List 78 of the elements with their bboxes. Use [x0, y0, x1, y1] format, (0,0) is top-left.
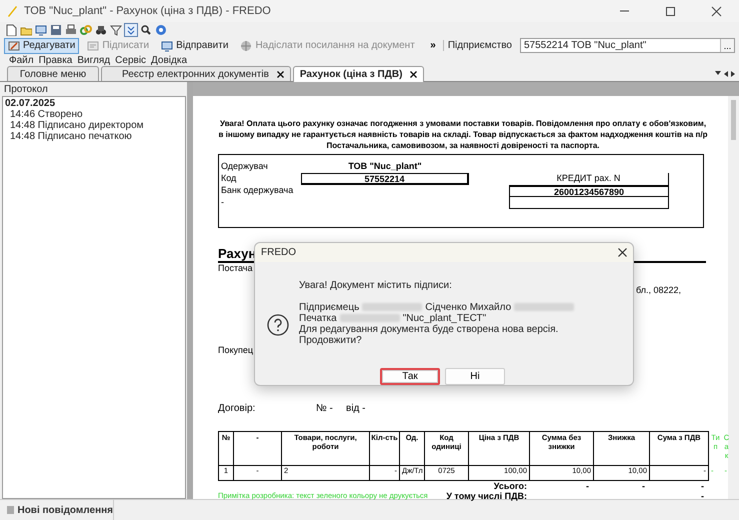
left-arrow-icon[interactable]: [724, 70, 728, 76]
panel-title: Протокол: [3, 82, 49, 96]
status-text: Нові повідомлення: [17, 504, 113, 516]
address-text: бл., 08222,: [636, 285, 682, 295]
close-icon[interactable]: [410, 71, 418, 78]
tab[interactable]: Головне меню: [7, 66, 99, 81]
binoculars-icon[interactable]: [95, 24, 107, 36]
total-value: -: [700, 481, 705, 491]
scrollbar[interactable]: [728, 96, 739, 499]
field-value: 57552214: [301, 173, 469, 185]
right-arrow-icon[interactable]: [731, 70, 735, 76]
maximize-icon[interactable]: [664, 6, 676, 16]
field-label: Постача: [218, 263, 252, 273]
chevron-down-icon[interactable]: [125, 24, 137, 36]
menu-item[interactable]: Вигляд: [77, 54, 110, 66]
close-icon[interactable]: [710, 6, 722, 16]
protocol-entry[interactable]: 14:48 Підписано печаткою: [3, 131, 185, 142]
redacted-mark: [340, 314, 400, 322]
dropdown-icon[interactable]: [715, 71, 721, 76]
field-label: Банк одержувача: [221, 185, 294, 197]
floppy-icon[interactable]: [50, 24, 62, 36]
toolbar-button[interactable]: Редагувати: [4, 38, 80, 54]
total-value: -: [585, 481, 590, 491]
field-label: КРЕДИТ рах. N: [509, 173, 669, 185]
field-label: Код: [221, 173, 238, 185]
message-text: Підприємець: [299, 302, 360, 313]
message-text: Продовжити?: [299, 334, 362, 346]
field-value: -: [221, 197, 225, 209]
monitor-icon: [161, 40, 174, 52]
field-label: Договір:: [218, 403, 256, 414]
menu-item[interactable]: Сервіс: [115, 54, 146, 66]
tab[interactable]: Рахунок (ціна з ПДВ): [292, 66, 424, 82]
dialog-button[interactable]: Так: [380, 368, 440, 385]
message-text: Сідченко Михайло: [425, 302, 512, 313]
message-text: Увага! Документ містить підписи:: [299, 280, 452, 291]
filter-icon[interactable]: [110, 24, 122, 36]
status-indicator: [7, 506, 14, 514]
toolbar-button[interactable]: Відправити: [157, 38, 232, 54]
field-value: 26001234567890: [509, 185, 669, 197]
redacted-mark: [362, 303, 422, 312]
pen-icon: [6, 5, 18, 17]
close-icon[interactable]: [276, 70, 284, 78]
edit-icon: [8, 40, 20, 52]
message-text: Печатка: [299, 312, 337, 324]
monitor-icon[interactable]: [35, 24, 47, 36]
field-value: ТОВ "Nuc_plant": [347, 161, 423, 173]
sign-icon: [87, 40, 100, 52]
dialog-button[interactable]: Ні: [445, 368, 505, 385]
total-value: -: [641, 481, 646, 491]
total-label: У тому числі ПДВ:: [446, 491, 528, 501]
menu-item[interactable]: Правка: [38, 54, 72, 66]
contract-date: від -: [346, 403, 366, 414]
search-icon[interactable]: [140, 24, 152, 36]
field-label: Підприємство: [442, 40, 512, 51]
total-label: Усього:: [494, 481, 528, 491]
menu-item[interactable]: Файл: [9, 54, 34, 66]
dialog-title: FREDO: [261, 246, 296, 258]
message-text: "Nuc_plant_ТЕСТ": [402, 312, 486, 324]
globe-icon: [240, 40, 252, 52]
field-label: Одержувач: [221, 161, 269, 173]
menu-item[interactable]: Довідка: [151, 54, 188, 66]
window-title: ТОВ "Nuc_plant" - Рахунок (ціна з ПДВ) - FREDO: [24, 5, 272, 17]
overflow-button[interactable]: »: [430, 40, 436, 51]
protocol-entry[interactable]: 14:46 Створено: [3, 109, 185, 120]
protocol-entry[interactable]: 14:48 Підписано директором: [3, 120, 185, 131]
question-icon: [267, 314, 289, 336]
enterprise-field[interactable]: 57552214 ТОВ "Nuc_plant" ...: [520, 38, 735, 53]
message-text: Для редагування документа буде створена нова версія.: [299, 324, 558, 335]
total-value: -: [700, 491, 705, 501]
redacted-mark: [514, 303, 574, 312]
browse-button[interactable]: ...: [720, 39, 734, 52]
tab[interactable]: Реєстр електронних документів: [101, 66, 291, 81]
close-icon[interactable]: [618, 248, 627, 257]
printer-icon[interactable]: [65, 24, 77, 36]
date-heading: 02.07.2025: [4, 98, 56, 109]
contract-number: № -: [316, 403, 334, 414]
notice-text: Увага! Оплата цього рахунку означає погодження з умовами поставки товарів. Повідомлення про оплату є обов'язковим, в іншому випадку не гарантується наявність товарів на складі. Товар відпускається за фактом надходження коштів на п/р Постачальника, самовивозом, за наявності довіреності та паспорта.: [218, 118, 708, 151]
field-label: Покупец: [218, 345, 254, 355]
